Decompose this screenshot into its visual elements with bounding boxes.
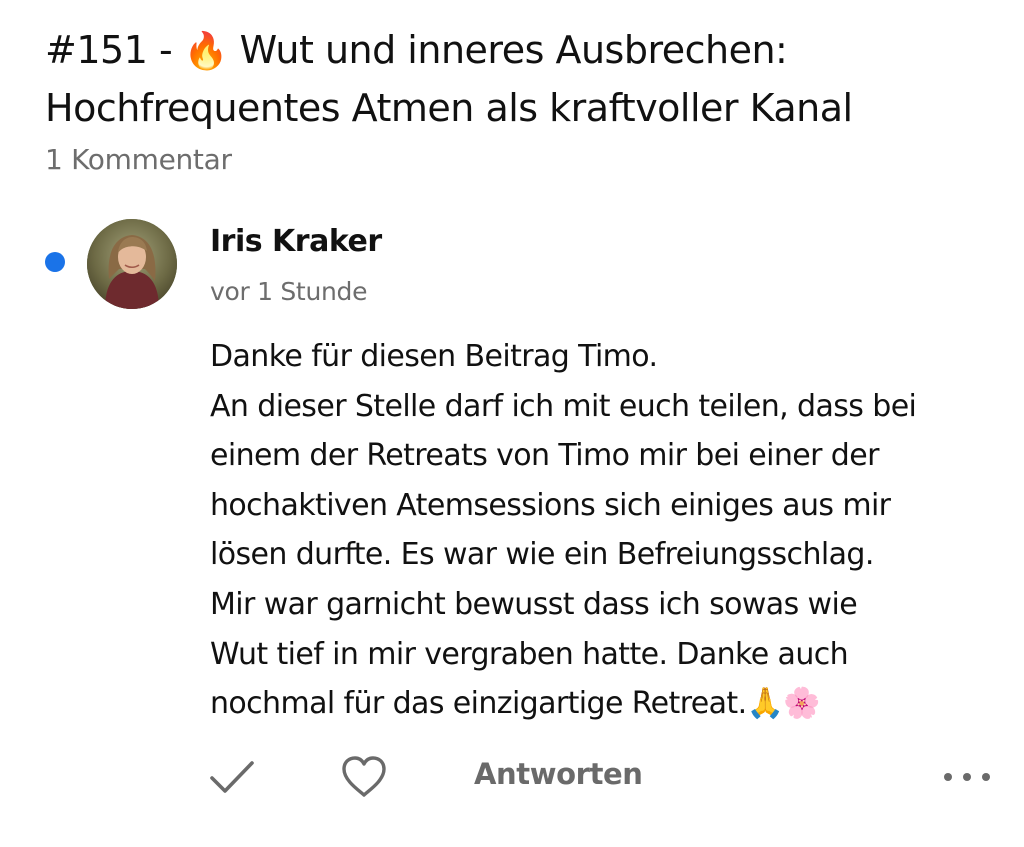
comment-body-line: einem der Retreats von Timo mir bei eine…	[210, 438, 879, 474]
like-button[interactable]	[340, 755, 388, 799]
comment-actions-bar: Antworten	[0, 745, 1024, 809]
comment-count: 1 Kommentar	[45, 143, 232, 176]
mark-done-button[interactable]	[208, 755, 256, 799]
post-title: #151 - 🔥 Wut und inneres Ausbrechen: Hoc…	[45, 22, 1005, 137]
avatar[interactable]	[87, 219, 177, 309]
reply-button[interactable]: Antworten	[474, 757, 643, 791]
check-icon	[210, 761, 254, 793]
comment-body-line: nochmal für das einzigartige Retreat.🙏🌸	[210, 686, 821, 722]
comment-body-line: lösen durfte. Es war wie ein Befreiungss…	[210, 537, 874, 573]
post-title-prefix: #151 -	[45, 28, 184, 72]
unread-indicator-dot	[45, 252, 65, 272]
comment-body: Danke für diesen Beitrag Timo. An dieser…	[210, 332, 1000, 729]
comment-timestamp: vor 1 Stunde	[210, 277, 368, 306]
comment-author-name[interactable]: Iris Kraker	[210, 224, 382, 259]
comment-body-line: Mir war garnicht bewusst dass ich sowas …	[210, 586, 858, 622]
more-dots-icon	[944, 773, 990, 781]
heart-icon	[342, 756, 386, 797]
more-options-button[interactable]	[940, 759, 996, 795]
comment-body-line: Danke für diesen Beitrag Timo.	[210, 339, 658, 374]
fire-icon: 🔥	[183, 31, 229, 72]
comment-body-line: Wut tief in mir vergraben hatte. Danke a…	[210, 636, 849, 672]
avatar-photo	[87, 219, 177, 309]
comment-body-line: An dieser Stelle darf ich mit euch teile…	[210, 388, 917, 424]
comment-body-line: hochaktiven Atemsessions sich einiges au…	[210, 487, 891, 523]
